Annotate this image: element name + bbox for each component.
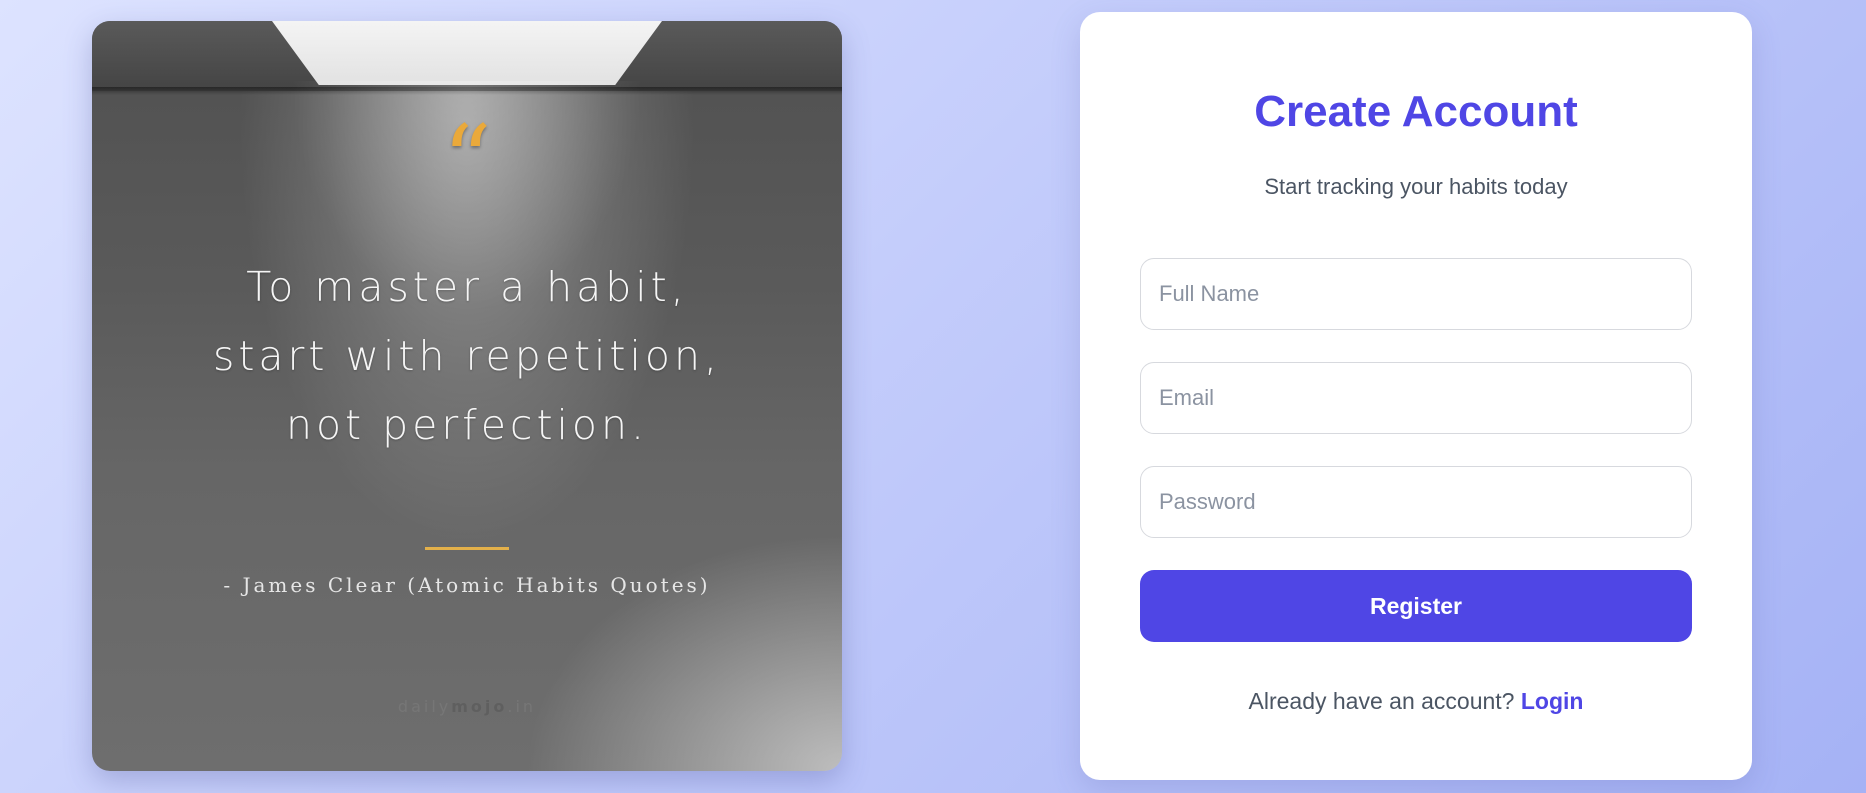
register-button[interactable]: Register bbox=[1140, 570, 1692, 642]
email-field[interactable] bbox=[1140, 362, 1692, 434]
login-link[interactable]: Login bbox=[1521, 688, 1584, 714]
login-prompt-text: Already have an account? bbox=[1248, 688, 1515, 714]
register-card: Create Account Start tracking your habit… bbox=[1080, 12, 1752, 780]
full-name-field[interactable] bbox=[1140, 258, 1692, 330]
quote-text: To master a habit, start with repetition… bbox=[152, 253, 782, 460]
page-title: Create Account bbox=[1254, 87, 1578, 136]
watermark-brand: mojo bbox=[451, 697, 508, 716]
quote-line: start with repetition, bbox=[212, 332, 721, 380]
watermark: dailymojo.in bbox=[92, 697, 842, 716]
login-prompt-row: Already have an account? Login bbox=[1080, 688, 1752, 715]
quote-mark-icon: “ bbox=[442, 105, 492, 217]
watermark-suffix: .in bbox=[507, 697, 537, 716]
quote-author: - James Clear (Atomic Habits Quotes) bbox=[223, 573, 711, 597]
ceiling-lamp bbox=[272, 21, 662, 85]
page-subtitle: Start tracking your habits today bbox=[1264, 174, 1568, 199]
quote-line: To master a habit, bbox=[246, 263, 688, 311]
quote-divider bbox=[425, 547, 509, 550]
quote-image-card: “ To master a habit, start with repetiti… bbox=[92, 21, 842, 771]
watermark-prefix: daily bbox=[397, 697, 452, 716]
password-field[interactable] bbox=[1140, 466, 1692, 538]
quote-line: not perfection. bbox=[285, 401, 649, 449]
